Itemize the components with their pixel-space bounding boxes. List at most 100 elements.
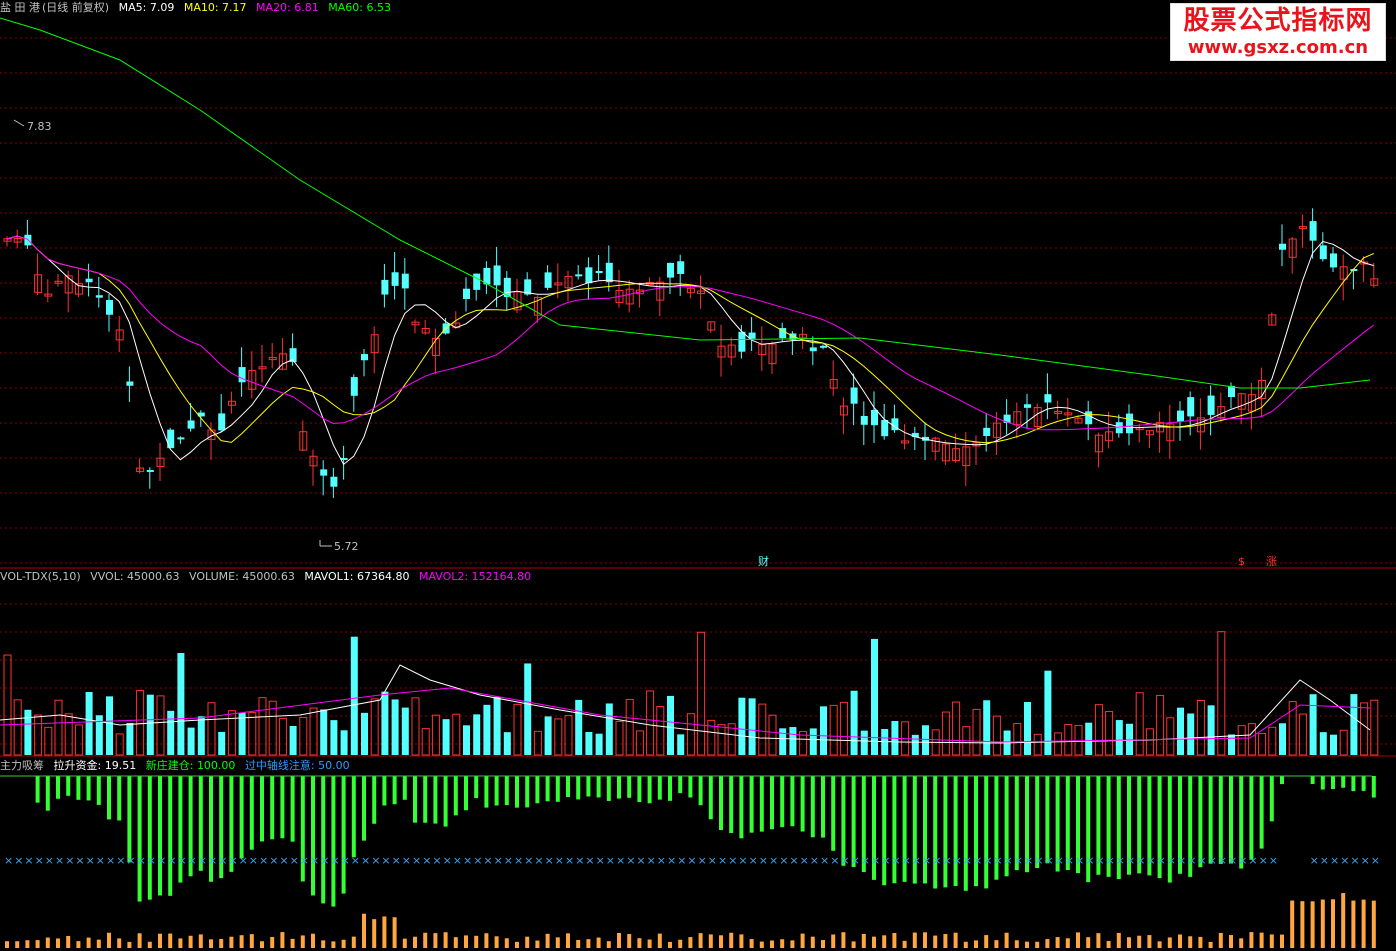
axis-cross-marker: ×	[708, 854, 717, 867]
new-position-bar	[831, 776, 836, 851]
pull-fund-bar	[1351, 900, 1356, 948]
pull-fund-bar	[606, 941, 611, 948]
candle-body-down	[381, 279, 389, 295]
moving-average-lines	[0, 17, 1375, 466]
volume-bar-down	[503, 732, 511, 755]
new-position-bar	[117, 776, 122, 821]
pull-fund-bar	[647, 939, 652, 948]
pull-fund-bar	[86, 937, 91, 948]
volume-bar-up	[64, 713, 73, 756]
volume-bar-up	[44, 726, 53, 756]
axis-cross-marker: ×	[402, 854, 411, 867]
axis-cross-marker: ×	[300, 854, 309, 867]
pull-fund-bar	[1035, 941, 1040, 948]
new-position-bar	[504, 776, 509, 806]
new-position-bar	[147, 776, 152, 900]
new-position-bar	[800, 776, 805, 832]
new-position-bar	[515, 776, 519, 808]
new-position-bar	[362, 776, 366, 841]
volume-bar-up	[1268, 726, 1277, 756]
axis-cross-marker: ×	[1167, 854, 1176, 867]
pull-fund-bar	[1341, 893, 1346, 948]
pull-fund-bar	[586, 939, 591, 948]
axis-cross-marker: ×	[1361, 854, 1370, 867]
volume-bar-down	[330, 720, 338, 755]
volume-bar-down	[126, 722, 134, 755]
new-position-bar	[1331, 776, 1335, 789]
volume-bar-up	[1237, 725, 1246, 756]
new-position-bar	[596, 776, 601, 798]
new-position-bar	[35, 776, 40, 803]
volume-bar-down	[146, 694, 154, 755]
axis-cross-marker: ×	[718, 854, 727, 867]
ma60-readout: MA60: 6.53	[328, 1, 391, 14]
volume-bar-up	[3, 654, 12, 756]
pull-fund-bar	[861, 934, 866, 948]
new-position-bar	[821, 776, 825, 838]
volume-bar-up	[136, 689, 145, 756]
pull-fund-bar	[107, 932, 111, 948]
chart-canvas[interactable]: × × × × × × × × × × × × × × × × × × × × × × × × × × × × × × × × × × × × × × × ×…	[0, 0, 1396, 951]
pull-fund-bar	[1300, 901, 1305, 948]
new-position-bar	[923, 776, 927, 884]
volume-bar-up	[13, 699, 22, 756]
axis-cross-marker: ×	[759, 854, 768, 867]
volume-bar-down	[401, 707, 409, 755]
axis-cross-marker: ×	[14, 854, 23, 867]
axis-cross-marker: ×	[687, 854, 696, 867]
volume-bar-down	[320, 709, 328, 755]
volume-bar-up	[625, 698, 634, 756]
candle-body-down	[809, 347, 817, 352]
new-position-bar	[484, 776, 489, 808]
new-position-bar	[45, 776, 50, 811]
pull-fund-bar	[66, 935, 71, 948]
volume-bar-down	[820, 706, 827, 755]
volume-bar-down	[983, 700, 991, 755]
volume-bar-down	[667, 695, 674, 755]
pull-fund-bar	[443, 932, 448, 948]
axis-cross-marker: ×	[626, 854, 635, 867]
volume-panel-header: VOL-TDX(5,10) VVOL: 45000.63 VOLUME: 450…	[0, 570, 537, 584]
volume-bar-up	[258, 697, 267, 756]
new-position-bar	[698, 776, 703, 806]
axis-cross-marker: ×	[636, 854, 645, 867]
candle-body-down	[361, 354, 368, 361]
axis-cross-marker: ×	[249, 854, 258, 867]
candle-body-down	[1044, 394, 1052, 403]
new-position-bar	[382, 776, 387, 806]
new-position-bar	[1310, 776, 1315, 785]
pull-fund-bar	[423, 932, 428, 948]
volume-bar-down	[483, 704, 491, 755]
new-position-bar	[443, 776, 448, 827]
indicator-panel-header: 主力吸筹 拉升资金: 19.51 新庄建仓: 100.00 过中轴线注意: 50…	[0, 759, 356, 773]
volume-bar-up	[1258, 733, 1267, 756]
pull-fund-bar	[351, 936, 356, 948]
new-position-bar	[107, 776, 111, 820]
new-position-bar	[841, 776, 846, 866]
pull-fund-bar	[76, 941, 81, 948]
new-position-bar	[270, 776, 275, 840]
candle-body-down	[146, 469, 154, 472]
axis-cross-marker: ×	[392, 854, 401, 867]
indicator-title: 主力吸筹	[0, 759, 44, 772]
pull-fund-bar	[464, 935, 468, 948]
new-position-bar	[953, 776, 958, 887]
candle-body-down	[850, 387, 858, 404]
volume-bar-down	[922, 725, 929, 755]
volume-bar-up	[1033, 733, 1042, 756]
axis-cross-marker: ×	[575, 854, 584, 867]
new-position-bar	[280, 776, 285, 839]
pull-fund-bar	[770, 940, 774, 948]
volume-bar-down	[361, 712, 368, 755]
candle-body-down	[238, 367, 246, 383]
volume-bar-down	[238, 712, 246, 755]
price-panel-header: 盐 田 港 (日线 前复权) MA5: 7.09 MA10: 7.17 MA20:…	[0, 1, 397, 15]
axis-cross-marker: ×	[167, 854, 176, 867]
volume-bar-up	[370, 698, 379, 756]
volume-bar-up	[635, 730, 644, 756]
candle-body-down	[544, 272, 552, 288]
axis-cross-marker: ×	[800, 854, 809, 867]
volume-bar-down	[809, 728, 817, 755]
volume-bar-down	[575, 699, 583, 755]
volume-bar-down	[289, 725, 297, 755]
